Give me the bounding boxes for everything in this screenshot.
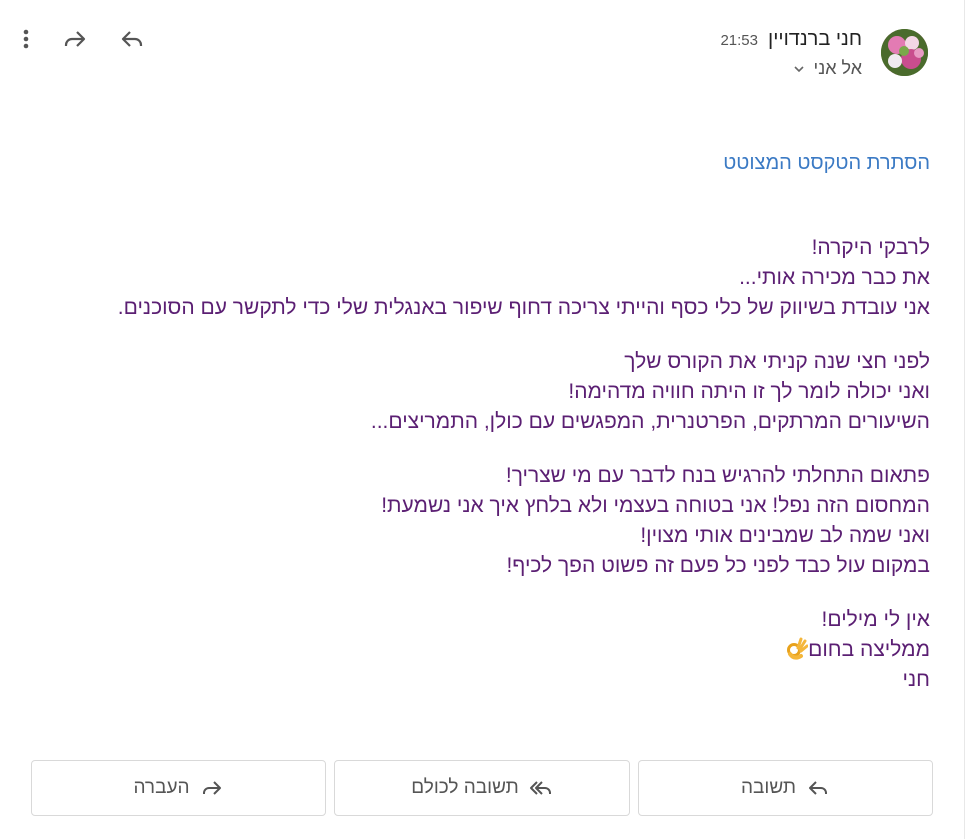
- reply-button[interactable]: תשובה: [638, 760, 933, 816]
- sender-avatar[interactable]: [881, 29, 928, 76]
- email-view: חני ברנדויין 21:53 אל אני הסתרת הטקסט המ…: [0, 0, 965, 839]
- reply-icon[interactable]: [117, 24, 147, 54]
- message-line: אין לי מילים!: [821, 608, 930, 631]
- message-time: 21:53: [720, 32, 758, 49]
- chevron-down-icon: [792, 62, 806, 76]
- message-line: לפני חצי שנה קניתי את הקורס שלך: [624, 350, 930, 373]
- message-line: חני: [902, 668, 930, 691]
- message-paragraph: פתאום התחלתי להרגיש בנח לדבר עם מי שצריך…: [30, 461, 930, 581]
- recipients-toggle[interactable]: אל אני: [792, 58, 862, 79]
- reply-button-label: תשובה: [741, 777, 796, 798]
- message-line: את כבר מכירה אותי...: [739, 266, 930, 289]
- forward-button[interactable]: העברה: [31, 760, 326, 816]
- recipients-label: אל אני: [813, 58, 862, 78]
- message-line: אני עובדת בשיווק של כלי כסף והייתי צריכה…: [117, 296, 930, 319]
- forward-icon: [202, 781, 221, 795]
- message-line: פתאום התחלתי להרגיש בנח לדבר עם מי שצריך…: [505, 464, 930, 487]
- forward-button-label: העברה: [133, 777, 190, 798]
- message-paragraph: לרבקי היקרה! את כבר מכירה אותי... אני עו…: [30, 233, 930, 323]
- hide-quoted-text-link[interactable]: הסתרת הטקסט המצוטט: [723, 152, 930, 175]
- reply-all-button[interactable]: תשובה לכולם: [334, 760, 630, 816]
- message-line: ממליצה בחום: [30, 635, 930, 665]
- sender-line: חני ברנדויין 21:53: [720, 28, 862, 51]
- message-line-text: ממליצה בחום: [808, 638, 930, 661]
- ok-hand-emoji-icon: [786, 636, 809, 660]
- reply-all-icon: [529, 781, 551, 795]
- message-line: לרבקי היקרה!: [811, 236, 930, 259]
- forward-icon[interactable]: [60, 24, 90, 54]
- sender-name[interactable]: חני ברנדויין: [768, 28, 862, 51]
- message-paragraph: אין לי מילים! ממליצה בחום חני: [30, 605, 930, 695]
- email-header: חני ברנדויין 21:53 אל אני: [0, 0, 964, 100]
- reply-all-button-label: תשובה לכולם: [411, 777, 519, 798]
- message-line: במקום עול כבד לפני כל פעם זה פשוט הפך לכ…: [506, 554, 930, 577]
- message-line: ואני יכולה לומר לך זו היתה חוויה מדהימה!: [568, 380, 930, 403]
- message-line: המחסום הזה נפל! אני בטוחה בעצמי ולא בלחץ…: [381, 494, 930, 517]
- reply-icon: [808, 781, 827, 795]
- avatar-flowers-image: [881, 29, 928, 76]
- message-line: השיעורים המרתקים, הפרטנרית, המפגשים עם כ…: [370, 410, 930, 433]
- message-body: לרבקי היקרה! את כבר מכירה אותי... אני עו…: [30, 233, 930, 719]
- message-line: ואני שמה לב שמבינים אותי מצוין!: [640, 524, 930, 547]
- message-paragraph: לפני חצי שנה קניתי את הקורס שלך ואני יכו…: [30, 347, 930, 437]
- more-vert-icon[interactable]: [11, 24, 41, 54]
